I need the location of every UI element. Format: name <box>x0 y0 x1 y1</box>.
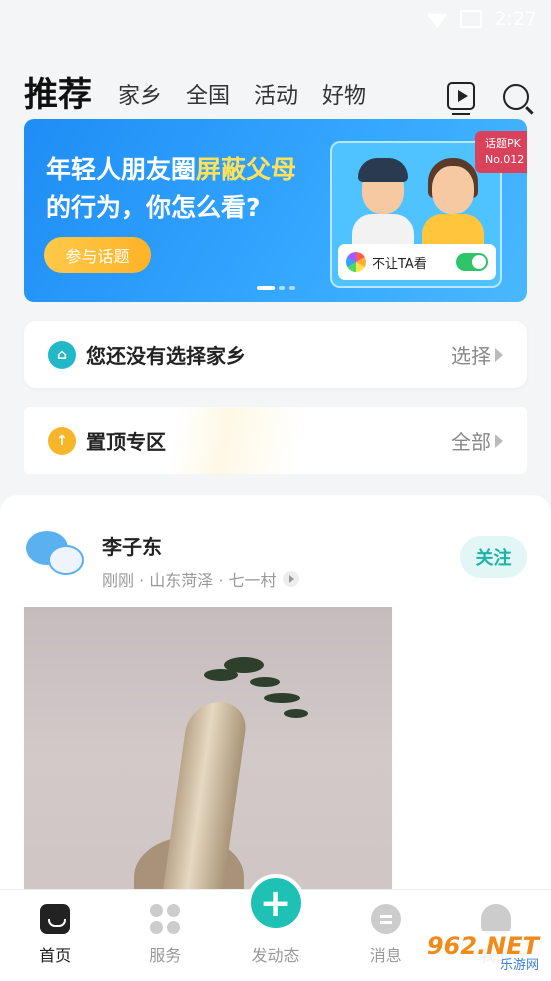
home-icon: ⌂ <box>48 340 76 369</box>
nav-home[interactable]: 首页 <box>0 890 110 981</box>
feed-post: 李子东 刚刚 · 山东菏泽 · 七一村 关注 <box>0 495 551 915</box>
hometown-prompt: 您还没有选择家乡 <box>86 344 246 368</box>
topic-pk-badge: 话题PK No.012 <box>475 131 527 173</box>
video-icon[interactable] <box>447 82 475 115</box>
home-icon <box>40 904 71 934</box>
profile-icon <box>480 904 511 934</box>
chevron-right-icon <box>495 433 503 448</box>
banner-title: 年轻人朋友圈屏蔽父母 的行为，你怎么看? <box>46 155 297 222</box>
status-time: 2:27 <box>494 8 537 30</box>
follow-button[interactable]: 关注 <box>460 536 527 578</box>
bottom-nav: 首页 服务 + 发动态 消息 我的 962.NET 乐游网 <box>0 874 551 981</box>
post-image[interactable] <box>24 607 392 907</box>
toggle-label: 不让TA看 <box>372 256 427 272</box>
plus-icon[interactable]: + <box>246 874 305 932</box>
post-author[interactable]: 李子东 <box>102 531 162 560</box>
tab-national[interactable]: 全国 <box>186 84 230 112</box>
nav-publish[interactable]: + 发动态 <box>220 874 330 981</box>
bonsai-image <box>204 647 314 737</box>
select-hometown-button[interactable]: 选择 <box>451 340 503 369</box>
pin-top-icon: ↑ <box>48 426 76 455</box>
tab-recommend[interactable]: 推荐 <box>24 78 92 112</box>
tab-hometown[interactable]: 家乡 <box>118 84 162 112</box>
topic-banner[interactable]: 年轻人朋友圈屏蔽父母 的行为，你怎么看? 参与话题 不让TA看 话题PK No.… <box>24 119 527 302</box>
moments-icon <box>346 252 366 272</box>
tab-goods[interactable]: 好物 <box>322 84 366 112</box>
woman-illustration <box>422 158 484 254</box>
site-watermark: 962.NET 乐游网 <box>410 931 545 977</box>
carousel-indicator <box>257 286 295 290</box>
tab-activity[interactable]: 活动 <box>254 84 298 112</box>
post-meta: 刚刚 · 山东菏泽 · 七一村 <box>102 567 299 591</box>
chevron-right-icon <box>495 347 503 362</box>
man-illustration <box>352 158 414 254</box>
pinned-title: 置顶专区 <box>86 430 166 454</box>
top-nav: 推荐 家乡 全国 活动 好物 <box>0 52 551 115</box>
join-topic-button[interactable]: 参与话题 <box>44 237 151 273</box>
hometown-selector[interactable]: ⌂ 您还没有选择家乡 选择 <box>24 321 527 388</box>
wifi-icon <box>426 13 449 28</box>
battery-icon <box>460 10 483 28</box>
status-bar: 2:27 <box>0 0 551 38</box>
message-icon <box>370 904 401 934</box>
chevron-right-icon[interactable] <box>282 571 299 587</box>
grid-icon <box>150 904 181 934</box>
pinned-zone[interactable]: ↑ 置顶专区 全部 <box>24 407 527 474</box>
privacy-toggle-pill: 不让TA看 <box>338 244 496 280</box>
nav-services[interactable]: 服务 <box>110 890 220 981</box>
view-all-button[interactable]: 全部 <box>451 426 503 455</box>
search-icon[interactable] <box>503 84 529 110</box>
toggle-switch-icon <box>456 253 488 271</box>
avatar[interactable] <box>26 531 86 579</box>
